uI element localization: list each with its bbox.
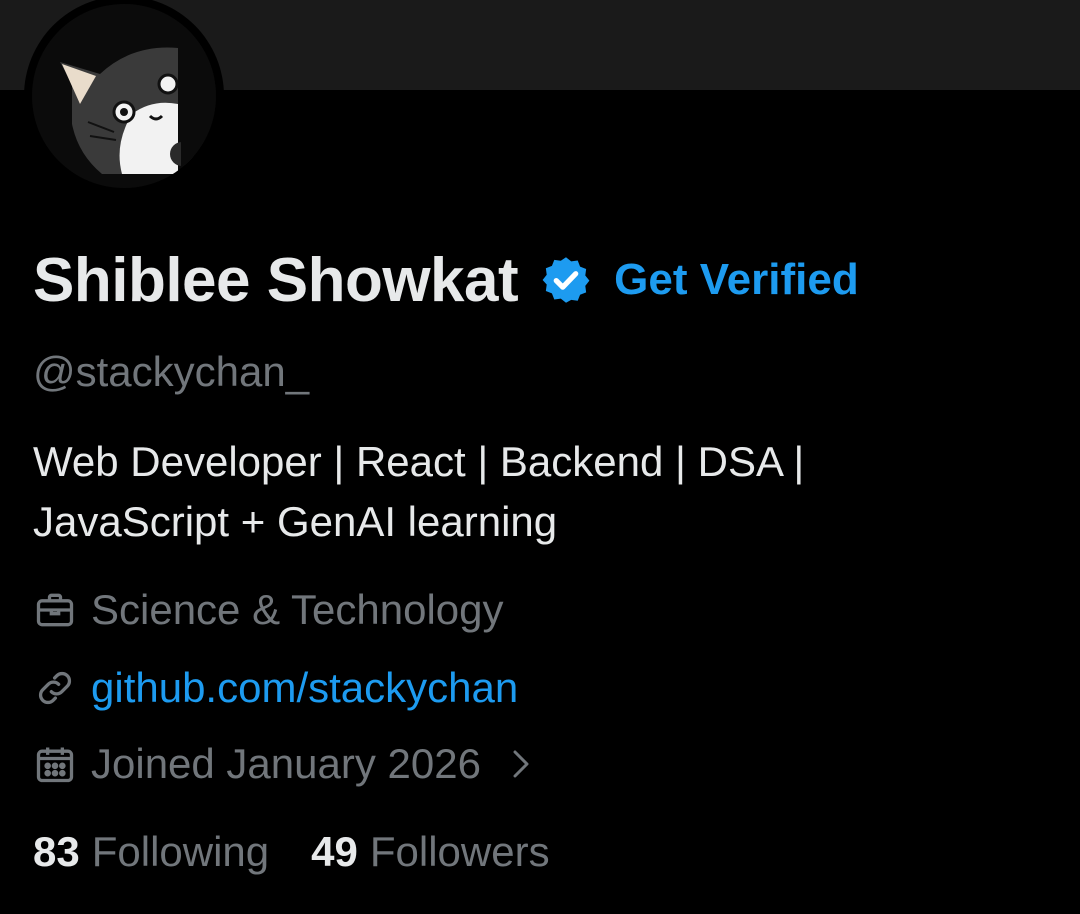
followers-label: Followers xyxy=(369,828,550,875)
followers-count: 49 xyxy=(311,828,358,875)
bio-line: Web Developer | React | Backend | DSA | xyxy=(33,438,805,485)
followers-link[interactable]: 49 Followers xyxy=(311,828,549,876)
profile-page: Shiblee Showkat Get Verified @stackychan… xyxy=(0,0,1080,914)
following-label: Following xyxy=(91,828,270,875)
calendar-icon xyxy=(33,742,77,786)
link-icon xyxy=(33,666,77,710)
joined-label: Joined January 2026 xyxy=(91,740,481,787)
get-verified-button[interactable]: Get Verified xyxy=(614,255,859,305)
bio-line: JavaScript + GenAI learning xyxy=(33,498,558,545)
avatar-image xyxy=(32,4,216,188)
follow-stats: 83 Following 49 Followers xyxy=(33,828,550,876)
following-count: 83 xyxy=(33,828,80,875)
name-row: Shiblee Showkat Get Verified xyxy=(33,244,859,316)
profile-joined[interactable]: Joined January 2026 xyxy=(33,740,535,788)
category-label: Science & Technology xyxy=(91,586,504,633)
display-name: Shiblee Showkat xyxy=(33,245,519,315)
profile-website: github.com/stackychan xyxy=(33,664,518,712)
verified-badge-icon[interactable] xyxy=(540,254,592,306)
avatar[interactable] xyxy=(24,0,224,196)
profile-category: Science & Technology xyxy=(33,586,504,634)
briefcase-icon xyxy=(33,588,77,632)
cat-avatar-icon xyxy=(32,4,216,188)
following-link[interactable]: 83 Following xyxy=(33,828,269,876)
website-link[interactable]: github.com/stackychan xyxy=(91,664,518,712)
profile-handle: @stackychan_ xyxy=(33,348,310,395)
profile-bio: Web Developer | React | Backend | DSA | … xyxy=(33,432,1033,552)
chevron-right-icon[interactable] xyxy=(505,744,535,784)
